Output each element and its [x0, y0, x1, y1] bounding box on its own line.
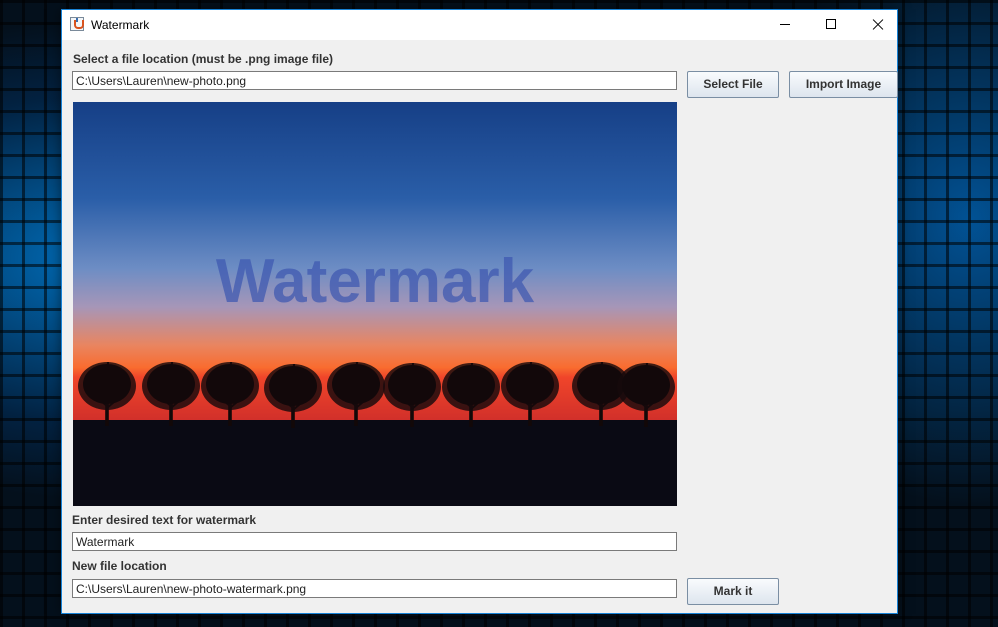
maximize-button[interactable] [808, 10, 854, 40]
close-button[interactable] [854, 10, 900, 40]
java-app-icon [70, 17, 84, 31]
minimize-icon [780, 24, 790, 25]
title-bar[interactable]: Watermark [62, 10, 897, 40]
new-file-location-label: New file location [72, 559, 167, 573]
minimize-button[interactable] [762, 10, 808, 40]
watermark-text-label: Enter desired text for watermark [72, 513, 257, 527]
file-location-input[interactable] [72, 71, 677, 90]
image-preview: Watermark [73, 102, 677, 506]
watermark-text-input[interactable] [72, 532, 677, 551]
watermark-window: Watermark Select a file location (must b… [61, 9, 898, 614]
window-title: Watermark [91, 18, 150, 32]
file-location-label: Select a file location (must be .png ima… [73, 52, 334, 66]
import-image-button[interactable]: Import Image [789, 71, 898, 98]
watermark-overlay-text: Watermark [216, 247, 535, 316]
mark-it-button[interactable]: Mark it [687, 578, 779, 605]
new-file-location-input[interactable] [72, 579, 677, 598]
maximize-icon [826, 19, 836, 29]
select-file-button[interactable]: Select File [687, 71, 779, 98]
